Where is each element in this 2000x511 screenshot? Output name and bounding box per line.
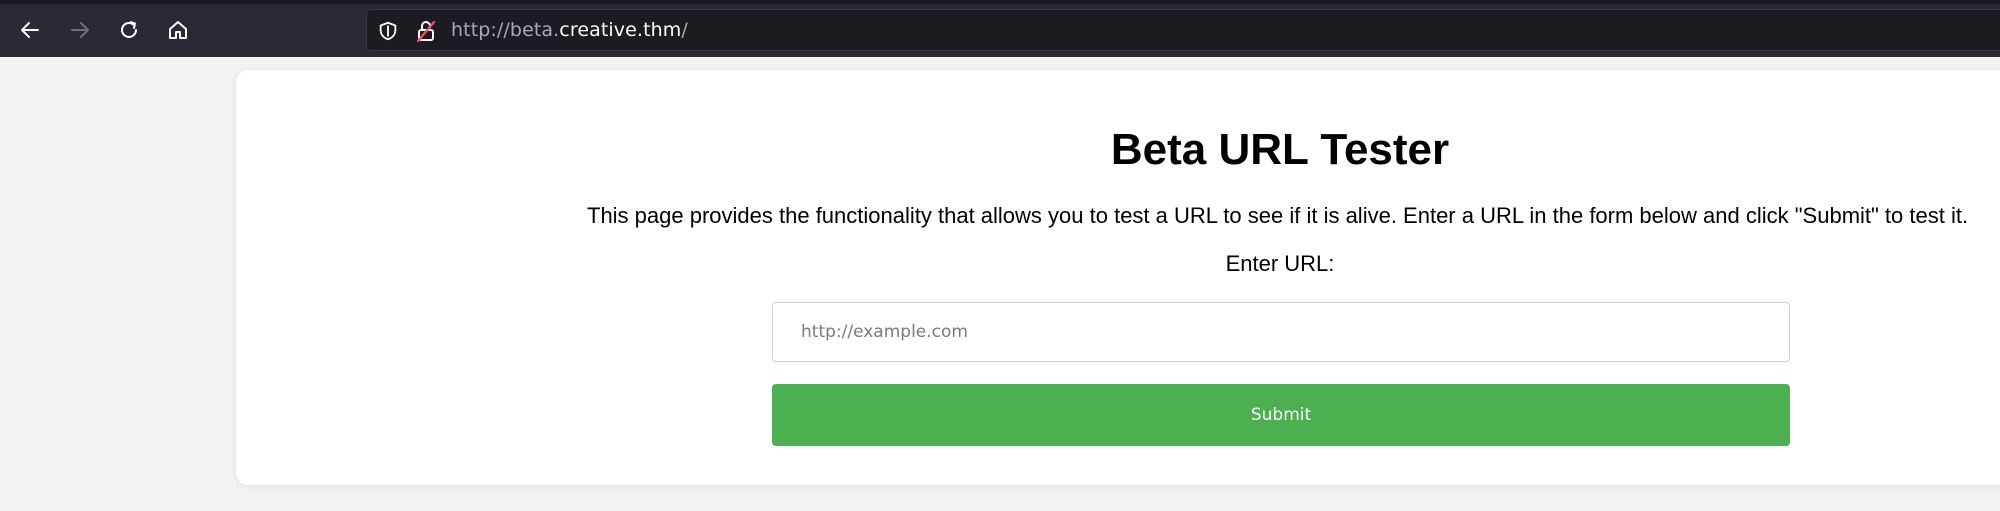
insecure-lock-icon[interactable] bbox=[415, 19, 437, 43]
home-button[interactable] bbox=[160, 12, 196, 48]
submit-button[interactable]: Submit bbox=[772, 384, 1790, 446]
url-suffix: / bbox=[681, 19, 688, 41]
address-bar[interactable]: http://beta.creative.thm/ bbox=[366, 9, 2000, 51]
forward-arrow-icon bbox=[71, 22, 89, 38]
reload-button[interactable] bbox=[111, 12, 147, 48]
enter-url-label: Enter URL: bbox=[1225, 251, 1335, 276]
url-input[interactable] bbox=[772, 302, 1790, 362]
browser-toolbar: http://beta.creative.thm/ bbox=[0, 0, 2000, 57]
page-description: This page provides the functionality tha… bbox=[587, 203, 1969, 228]
forward-button[interactable] bbox=[62, 12, 98, 48]
reload-icon bbox=[121, 21, 137, 38]
back-button[interactable] bbox=[12, 12, 48, 48]
url-text[interactable]: http://beta.creative.thm/ bbox=[451, 19, 688, 41]
shield-icon[interactable] bbox=[377, 20, 399, 42]
url-host: creative.thm bbox=[559, 19, 682, 41]
home-icon bbox=[169, 21, 187, 39]
url-prefix: http://beta. bbox=[451, 19, 560, 41]
toolbar-top-strip bbox=[0, 0, 2000, 4]
back-arrow-icon bbox=[21, 22, 39, 38]
page-title: Beta URL Tester bbox=[1110, 125, 1450, 174]
